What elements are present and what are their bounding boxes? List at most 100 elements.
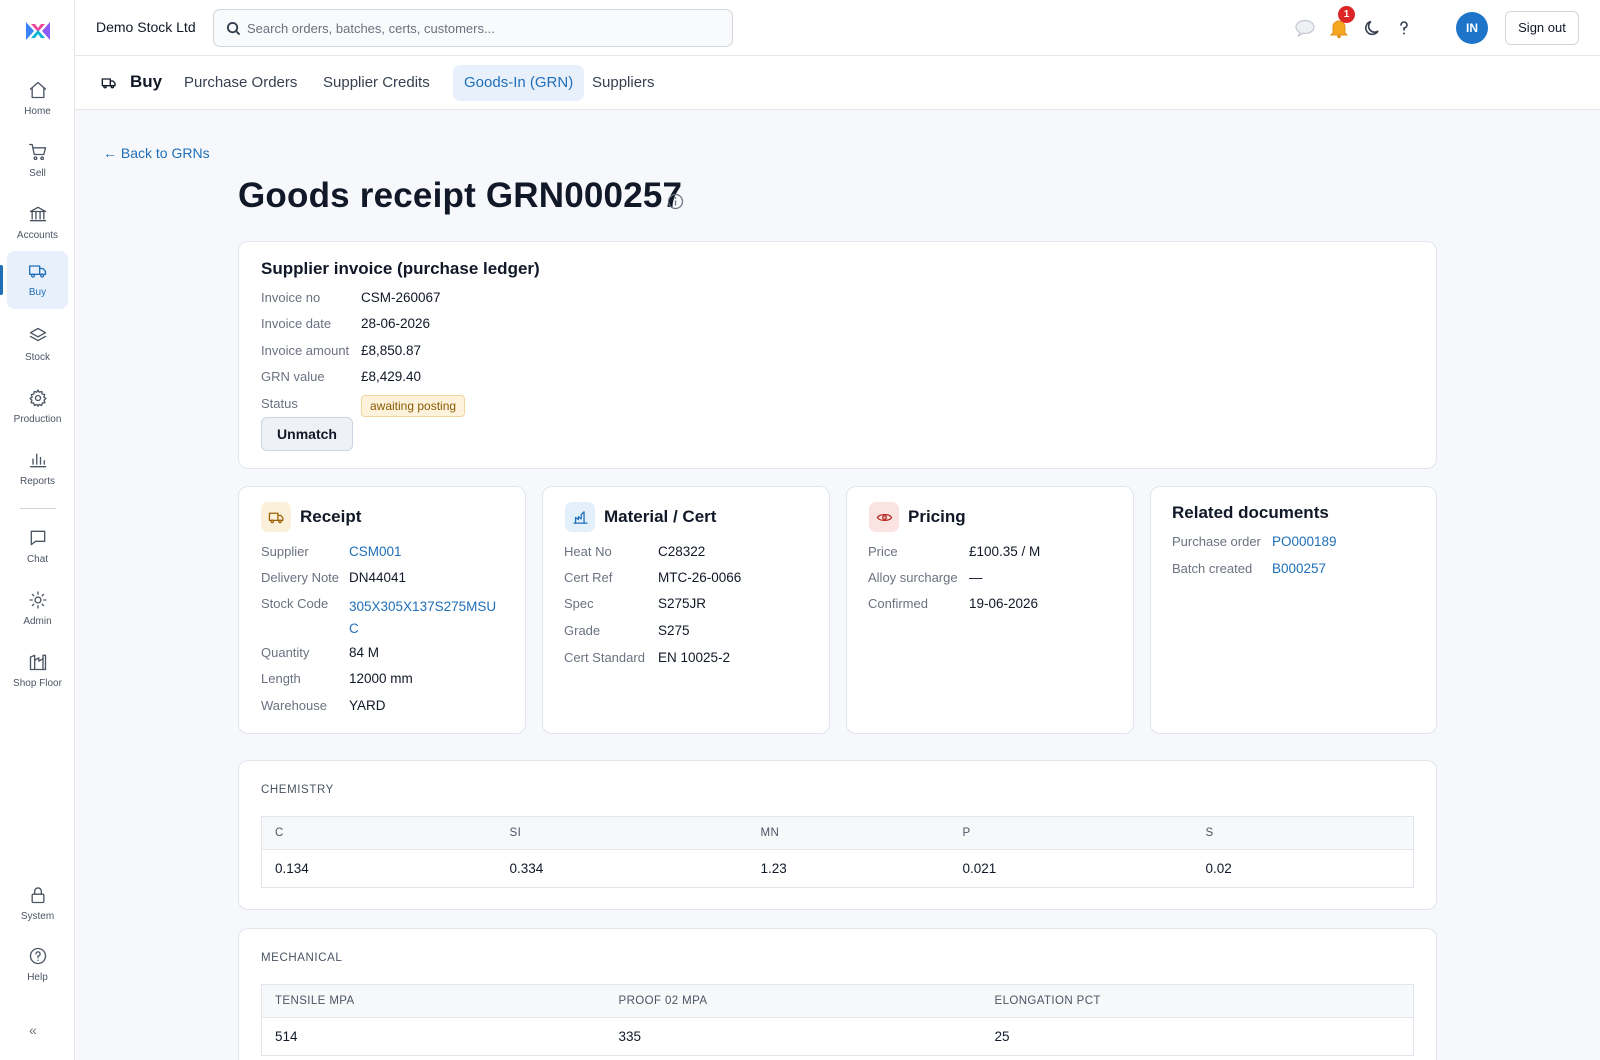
cert-standard-value: EN 10025-2 <box>658 650 731 665</box>
sidebar-item-label: Sell <box>29 168 46 179</box>
column-header: TENSILE MPA <box>261 984 606 1018</box>
sidebar-item-label: Production <box>13 414 62 425</box>
invoice-no-value: CSM-260067 <box>361 290 441 305</box>
delivery-note-value: DN44041 <box>349 570 407 585</box>
user-avatar[interactable]: IN <box>1456 12 1488 44</box>
price-value: £100.35 / M <box>969 544 1041 559</box>
section-title: Buy <box>130 72 163 91</box>
speech-bubble-icon <box>1295 19 1315 38</box>
supplier-label: Supplier <box>261 544 309 559</box>
tab-goods-in[interactable]: Goods-In (GRN) <box>453 65 585 101</box>
material-cert-heading: Material / Cert <box>604 507 717 526</box>
moon-icon <box>1365 20 1379 36</box>
bank-icon <box>29 206 46 222</box>
eye-icon <box>876 513 892 521</box>
warehouse-label: Warehouse <box>261 698 327 713</box>
info-icon[interactable] <box>667 193 684 210</box>
supplier-link[interactable]: CSM001 <box>349 544 402 559</box>
column-header: MN <box>747 816 950 850</box>
sidebar-item-buy[interactable]: Buy <box>7 251 68 309</box>
invoice-amount-label: Invoice amount <box>261 343 350 358</box>
table-cell: 0.134 <box>275 861 309 876</box>
invoice-amount-value: £8,850.87 <box>361 343 422 358</box>
sidebar-item-label: Reports <box>19 476 55 487</box>
purchase-order-link[interactable]: PO000189 <box>1272 534 1337 549</box>
sidebar-item-admin[interactable]: Admin <box>7 580 68 638</box>
help-button[interactable] <box>1393 17 1415 39</box>
table-header-row: TENSILE MPA PROOF 02 MPA ELONGATION PCT <box>261 984 1414 1018</box>
collapse-sidebar-button[interactable]: « <box>29 1022 37 1038</box>
column-header: SI <box>496 816 748 850</box>
related-documents-card <box>1150 486 1437 734</box>
gear-icon <box>28 389 47 407</box>
tab-purchase-orders[interactable]: Purchase Orders <box>173 65 308 101</box>
table-cell: 0.334 <box>509 861 544 876</box>
section-nav: Buy Purchase Orders Supplier Credits Goo… <box>75 56 1600 110</box>
receipt-heading: Receipt <box>300 507 362 526</box>
global-search[interactable] <box>213 9 733 47</box>
table-header-row: C SI MN P S <box>261 816 1414 850</box>
table-row: 0.134 0.334 1.23 0.021 0.02 <box>262 850 1414 888</box>
heat-no-label: Heat No <box>564 544 612 559</box>
invoice-date-value: 28-06-2026 <box>361 316 431 331</box>
table-cell: 514 <box>275 1029 298 1044</box>
sidebar-item-help[interactable]: Help <box>7 936 68 994</box>
help-icon <box>29 947 46 965</box>
sidebar-item-sell[interactable]: Sell <box>7 132 68 190</box>
sidebar-item-stock[interactable]: Stock <box>7 316 68 374</box>
sidebar-item-label: Accounts <box>16 230 59 241</box>
bar-chart-icon <box>29 453 46 468</box>
confirmed-value: 19-06-2026 <box>969 596 1039 611</box>
grade-label: Grade <box>564 623 601 638</box>
search-input[interactable] <box>247 10 727 46</box>
stock-code-link[interactable]: 305X305X137S275MSUC <box>349 596 501 640</box>
invoice-no-label: Invoice no <box>261 290 321 305</box>
status-badge: awaiting posting <box>361 395 466 417</box>
sidebar-item-reports[interactable]: Reports <box>7 440 68 498</box>
sidebar-item-shop-floor[interactable]: Shop Floor <box>7 642 68 700</box>
back-to-grns-link[interactable]: ← Back to GRNs <box>103 145 210 161</box>
table-cell: 1.23 <box>760 861 787 876</box>
tab-supplier-credits[interactable]: Supplier Credits <box>312 65 441 101</box>
column-header: PROOF 02 MPA <box>605 984 982 1018</box>
active-indicator <box>0 265 3 295</box>
sidebar-item-production[interactable]: Production <box>7 378 68 436</box>
app-logo[interactable] <box>25 19 51 43</box>
pricing-icon-tile <box>869 502 899 532</box>
messages-button[interactable] <box>1294 17 1316 39</box>
table-cell: 25 <box>994 1029 1010 1044</box>
home-icon <box>29 81 46 99</box>
chemistry-table: C SI MN P S 0.134 0.334 1.23 0.021 0.02 <box>261 816 1414 888</box>
sidebar-item-home[interactable]: Home <box>7 70 68 128</box>
sidebar: Home Sell Accounts Buy Stock Production … <box>0 0 75 1060</box>
search-icon <box>226 21 241 36</box>
grn-value-label: GRN value <box>261 369 325 384</box>
dark-mode-toggle[interactable] <box>1362 17 1384 39</box>
cert-ref-value: MTC-26-0066 <box>658 570 742 585</box>
tab-suppliers[interactable]: Suppliers <box>581 65 666 101</box>
sidebar-item-accounts[interactable]: Accounts <box>7 194 68 252</box>
layers-icon <box>29 327 46 342</box>
sidebar-divider <box>20 508 56 509</box>
status-label: Status <box>261 396 298 411</box>
sign-out-button[interactable]: Sign out <box>1505 11 1579 45</box>
purchase-order-label: Purchase order <box>1172 534 1261 549</box>
batch-created-link[interactable]: B000257 <box>1272 561 1326 576</box>
sidebar-item-label: Buy <box>28 287 47 298</box>
column-header: P <box>949 816 1193 850</box>
table-cell: 335 <box>618 1029 642 1044</box>
table-cell: 0.021 <box>962 861 997 876</box>
unmatch-button[interactable]: Unmatch <box>261 417 353 451</box>
chemistry-label: CHEMISTRY <box>261 784 334 796</box>
sidebar-item-label: Help <box>27 972 48 983</box>
length-value: 12000 mm <box>349 671 413 686</box>
sidebar-item-system[interactable]: System <box>7 875 68 933</box>
spec-label: Spec <box>564 596 594 611</box>
material-icon-tile <box>565 502 595 532</box>
quantity-value: 84 M <box>349 645 380 660</box>
sidebar-item-label: Stock <box>24 352 50 363</box>
sidebar-item-chat[interactable]: Chat <box>7 518 68 576</box>
top-header: Demo Stock Ltd 1 IN Sign out <box>75 0 1600 56</box>
confirmed-label: Confirmed <box>868 596 928 611</box>
truck-icon <box>268 512 284 523</box>
